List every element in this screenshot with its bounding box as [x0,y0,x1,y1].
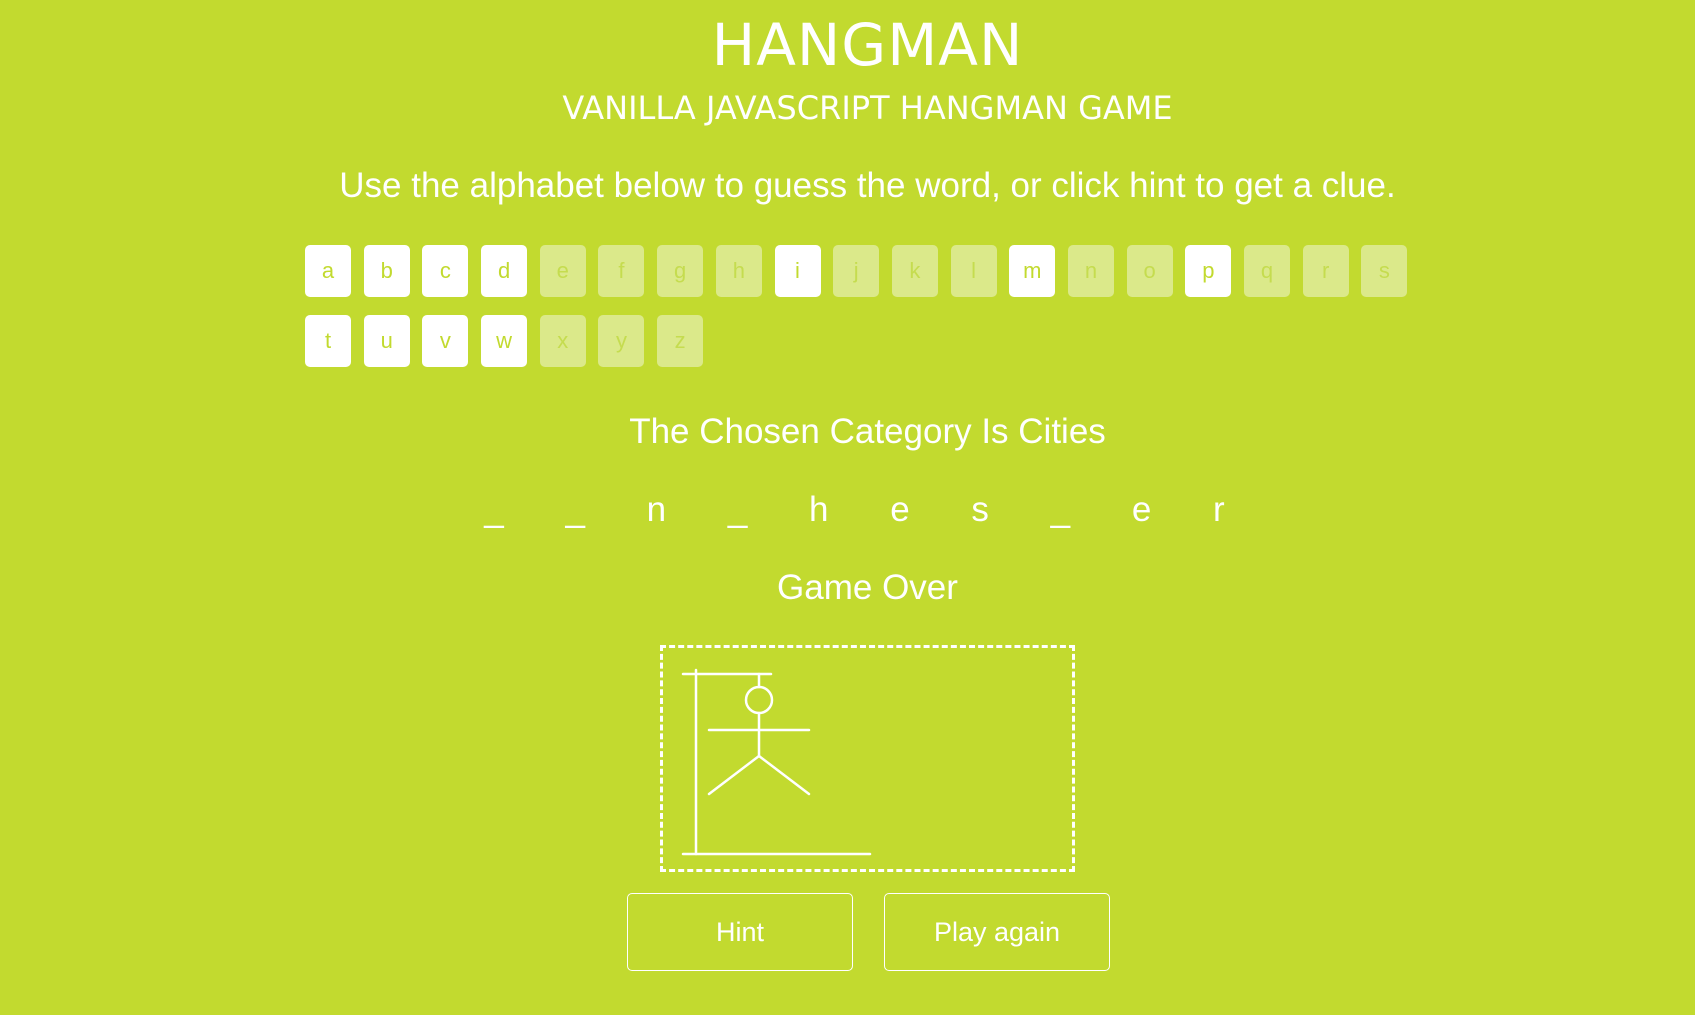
letter-key-x: x [539,315,586,367]
page-subtitle: VANILLA JAVASCRIPT HANGMAN GAME [562,89,1173,127]
category-label: The Chosen Category Is Cities [629,412,1106,451]
letter-key-d[interactable]: d [481,245,528,297]
stickman-left-leg [707,754,761,796]
letter-key-i[interactable]: i [774,245,821,297]
letter-key-w[interactable]: w [481,315,528,367]
hangman-drawing [681,668,872,856]
letter-key-m[interactable]: m [1009,245,1056,297]
stickman-right-leg [757,754,811,796]
page-title: HANGMAN [711,11,1024,79]
alphabet-keyboard: abcdefghijklmnopqrs tuvwxyz [305,245,1425,367]
letter-key-e: e [539,245,586,297]
letter-key-k: k [891,245,938,297]
letter-key-q: q [1244,245,1290,297]
letter-key-c[interactable]: c [422,245,469,297]
letter-key-l: l [950,245,997,297]
letter-key-s: s [1361,245,1408,297]
game-status: Game Over [777,568,958,607]
letter-key-o: o [1126,245,1173,297]
play-again-button[interactable]: Play again [884,893,1110,971]
letter-key-t[interactable]: t [305,315,351,367]
letter-key-u[interactable]: u [363,315,410,367]
hint-button[interactable]: Hint [627,893,853,971]
letter-key-p[interactable]: p [1185,245,1232,297]
letter-key-a[interactable]: a [305,245,351,297]
letter-key-y: y [598,315,645,367]
letter-key-r: r [1302,245,1349,297]
hangman-canvas [660,645,1075,872]
letter-key-v[interactable]: v [422,315,469,367]
letter-key-z: z [657,315,704,367]
instructions-text: Use the alphabet below to guess the word… [339,166,1396,205]
letter-key-g: g [657,245,704,297]
letter-key-b[interactable]: b [363,245,410,297]
word-display: _ _ n _ h e s _ e r [484,490,1251,529]
stickman-head [744,685,774,715]
letter-key-f: f [598,245,645,297]
letter-key-h: h [715,245,762,297]
letter-key-n: n [1067,245,1114,297]
letter-key-j: j [833,245,880,297]
